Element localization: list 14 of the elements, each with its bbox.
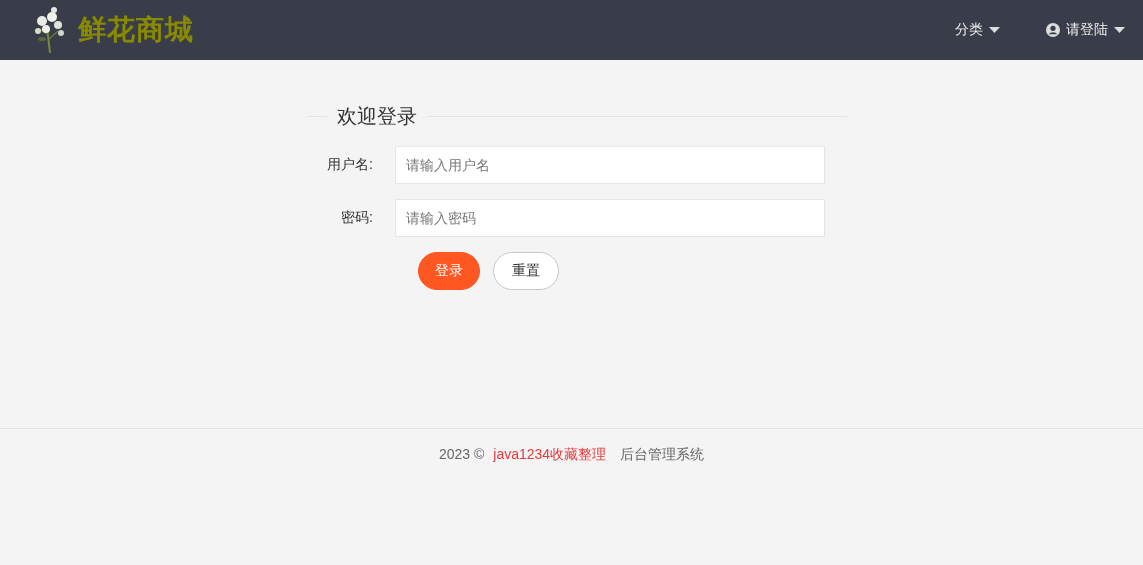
caret-icon xyxy=(1114,27,1125,33)
footer-text: 后台管理系统 xyxy=(620,446,704,462)
field-label: 用户名: xyxy=(326,156,374,174)
reset-button[interactable]: 重置 xyxy=(493,252,559,290)
input-field[interactable]: 请输入密码 xyxy=(395,199,825,237)
copyright-text: 2023 © xyxy=(439,446,485,462)
user-icon xyxy=(1046,23,1060,37)
form-title: 欢迎登录 xyxy=(336,104,418,129)
category-menu[interactable]: 分类 xyxy=(935,0,1018,60)
brand-title: 鲜花商城 xyxy=(78,13,194,47)
input-field[interactable]: 请输入用户名 xyxy=(395,146,825,184)
footer-link[interactable]: java1234收藏整理 xyxy=(493,446,607,462)
caret-icon xyxy=(989,27,1000,33)
field-label: 密码: xyxy=(340,209,374,227)
